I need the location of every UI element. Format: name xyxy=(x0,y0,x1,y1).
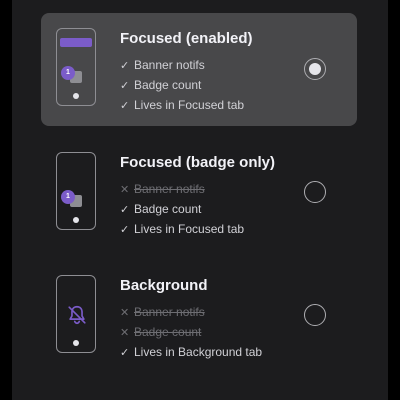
feature-label: Banner notifs xyxy=(134,182,205,196)
feature-item: ✓ Badge count xyxy=(120,75,244,95)
feature-item: ✕ Badge count xyxy=(120,322,262,342)
radio-focused-badge-only[interactable] xyxy=(304,181,326,203)
cross-icon: ✕ xyxy=(120,307,130,319)
feature-label: Badge count xyxy=(134,202,202,216)
feature-item: ✓ Banner notifs xyxy=(120,55,244,75)
phone-preview-badge-only: 1 xyxy=(56,152,96,230)
feature-list: ✕ Banner notifs ✕ Badge count ✓ Lives in Ba… xyxy=(120,302,262,362)
feature-label: Badge count xyxy=(134,325,202,339)
cross-icon: ✕ xyxy=(120,327,130,339)
home-indicator xyxy=(73,93,79,99)
phone-preview-focused: 1 xyxy=(56,28,96,106)
cross-icon: ✕ xyxy=(120,184,130,196)
banner-preview xyxy=(60,38,92,47)
check-icon: ✓ xyxy=(120,80,130,92)
option-background[interactable]: Background ✕ Banner notifs ✕ Badge count ✓… xyxy=(41,260,357,370)
check-icon: ✓ xyxy=(120,224,130,236)
feature-item: ✓ Lives in Background tab xyxy=(120,342,262,362)
feature-item: ✓ Lives in Focused tab xyxy=(120,219,244,239)
check-icon: ✓ xyxy=(120,60,130,72)
option-focused-enabled[interactable]: 1 Focused (enabled) ✓ Banner notifs ✓ Badg… xyxy=(41,13,357,126)
feature-item: ✕ Banner notifs xyxy=(120,179,244,199)
feature-item: ✓ Badge count xyxy=(120,199,244,219)
feature-list: ✕ Banner notifs ✓ Badge count ✓ Lives in Fo… xyxy=(120,179,244,239)
bell-slash-icon xyxy=(68,305,86,325)
feature-label: Lives in Focused tab xyxy=(134,222,245,236)
feature-item: ✕ Banner notifs xyxy=(120,302,262,322)
badge-count-preview: 1 xyxy=(61,66,75,80)
check-icon: ✓ xyxy=(120,204,130,216)
phone-preview-background xyxy=(56,275,96,353)
option-title: Background xyxy=(120,277,208,294)
radio-background[interactable] xyxy=(304,304,326,326)
home-indicator xyxy=(73,340,79,346)
feature-label: Banner notifs xyxy=(134,305,205,319)
radio-focused-enabled[interactable] xyxy=(304,58,326,80)
feature-label: Badge count xyxy=(134,78,202,92)
home-indicator xyxy=(73,217,79,223)
option-title: Focused (enabled) xyxy=(120,30,253,47)
feature-label: Lives in Focused tab xyxy=(134,98,245,112)
feature-item: ✓ Lives in Focused tab xyxy=(120,95,244,115)
feature-label: Lives in Background tab xyxy=(134,345,263,359)
radio-selected-dot xyxy=(309,63,321,75)
feature-label: Banner notifs xyxy=(134,58,205,72)
badge-count-preview: 1 xyxy=(61,190,75,204)
feature-list: ✓ Banner notifs ✓ Badge count ✓ Lives in Fo… xyxy=(120,55,244,115)
check-icon: ✓ xyxy=(120,347,130,359)
check-icon: ✓ xyxy=(120,100,130,112)
option-focused-badge-only[interactable]: 1 Focused (badge only) ✕ Banner notifs ✓ B… xyxy=(41,137,357,247)
option-title: Focused (badge only) xyxy=(120,154,276,171)
